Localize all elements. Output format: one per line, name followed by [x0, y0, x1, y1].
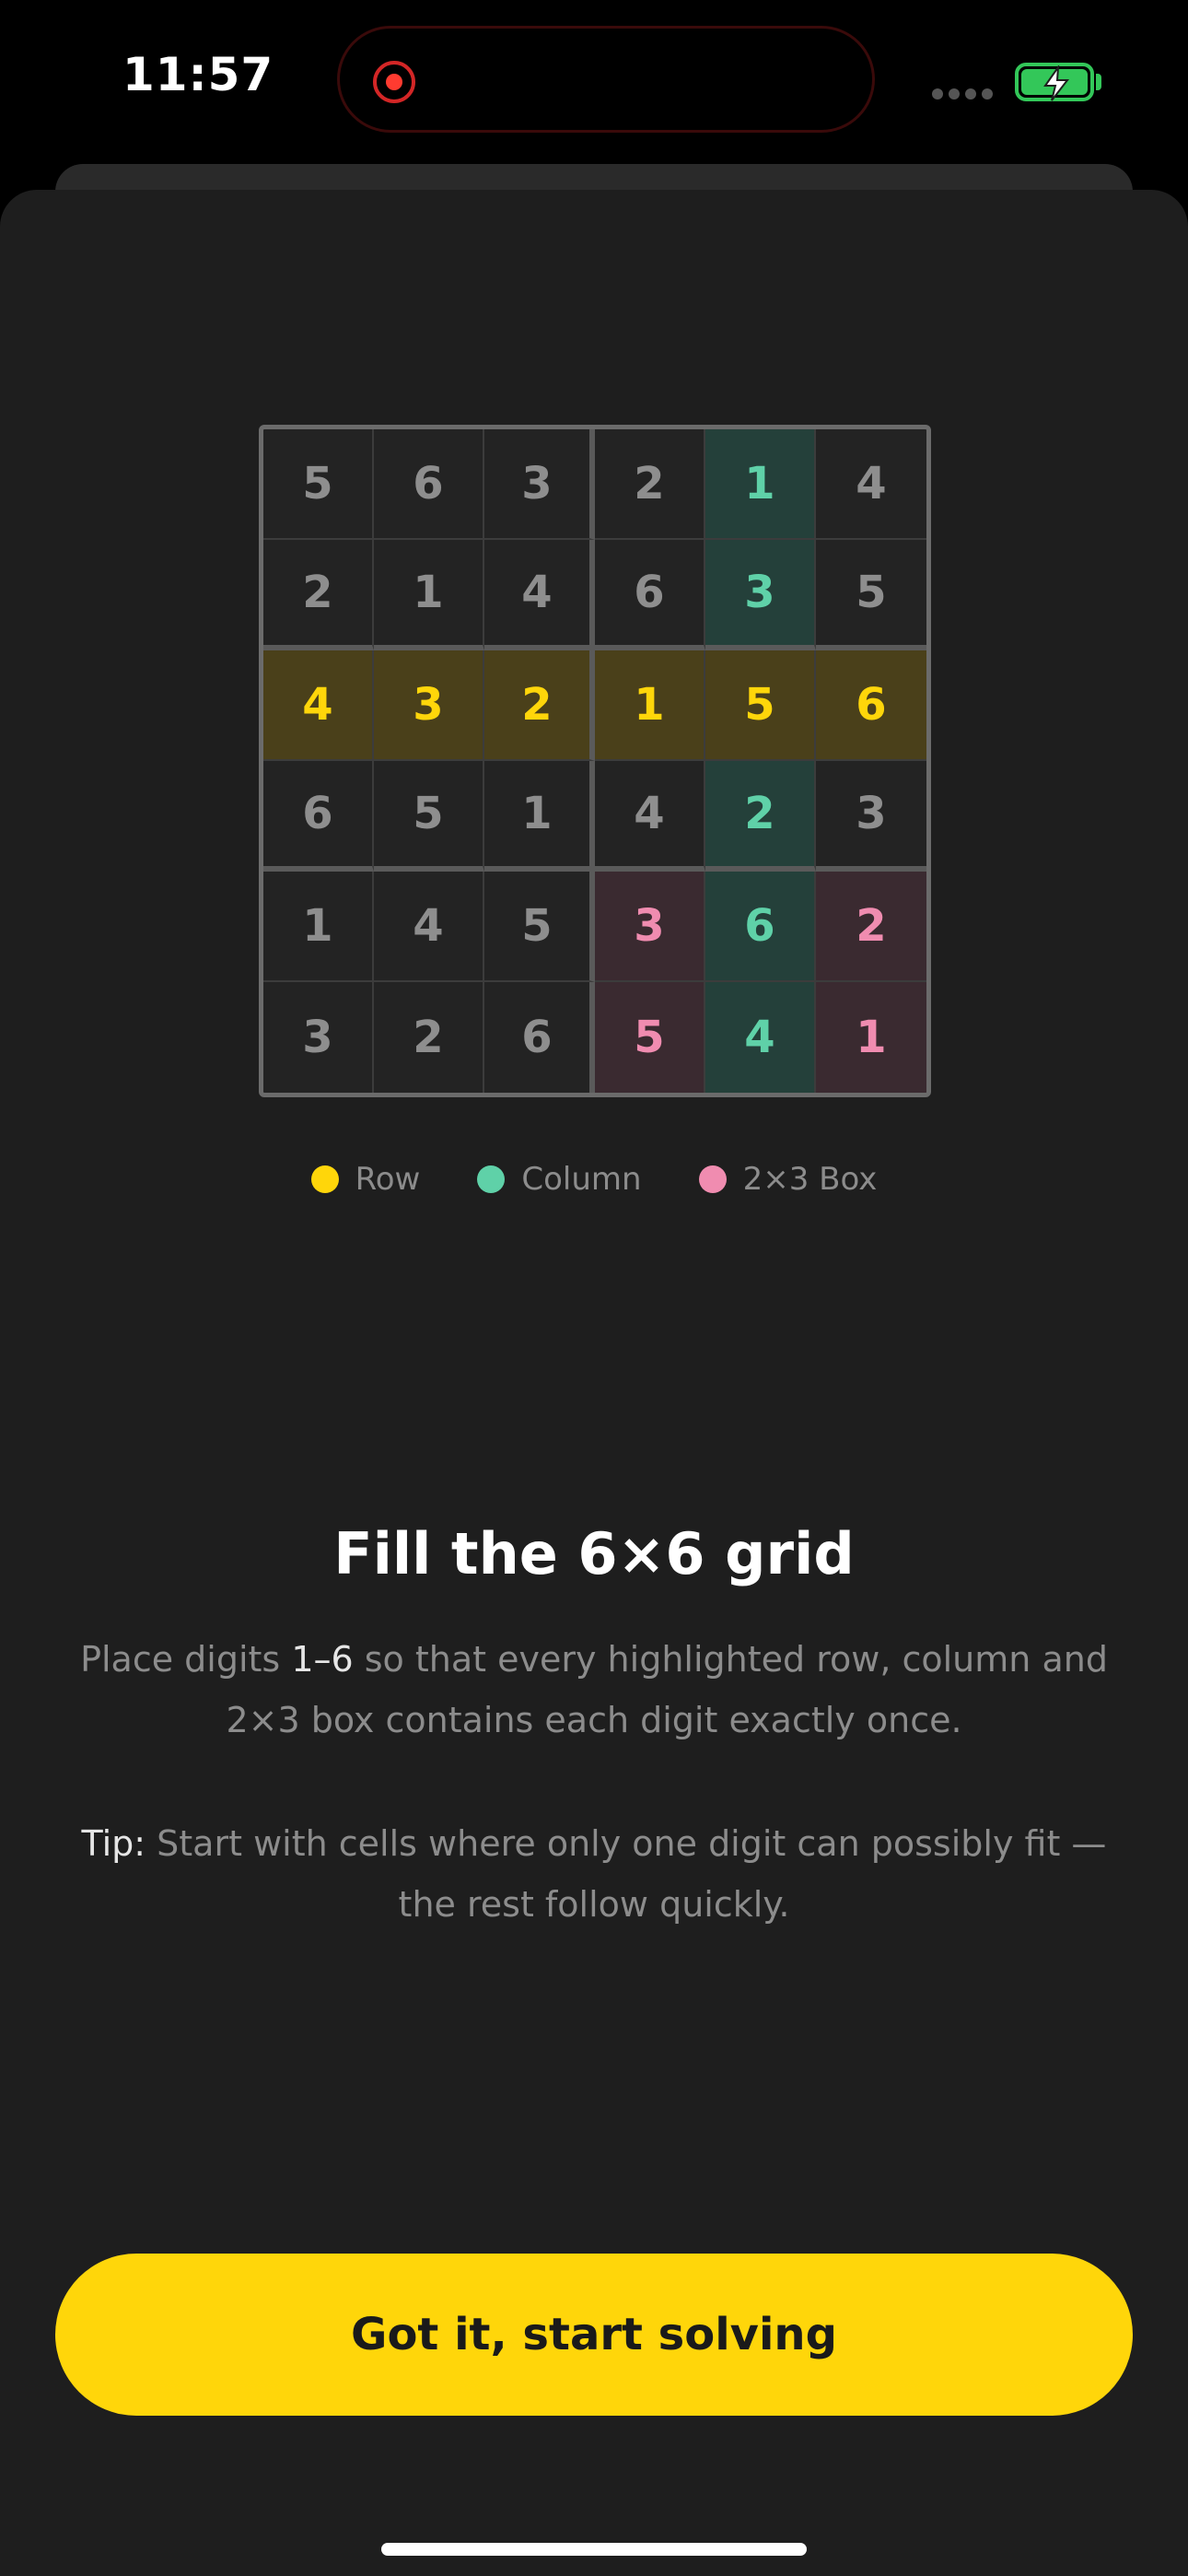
legend-dot-icon	[698, 1165, 727, 1193]
tip-label: Tip:	[81, 1823, 146, 1864]
grid-cell: 5	[263, 429, 374, 540]
grid-cell: 2	[705, 761, 816, 872]
grid-cell: 1	[816, 982, 926, 1093]
grid-cell: 4	[595, 761, 705, 872]
grid-cell: 6	[374, 429, 484, 540]
status-time: 11:57	[122, 48, 274, 101]
grid-cell: 6	[263, 761, 374, 872]
legend-label: Row	[355, 1161, 421, 1198]
grid-cell: 2	[595, 429, 705, 540]
grid-cell: 3	[816, 761, 926, 872]
grid-cell: 3	[484, 429, 595, 540]
grid-cell: 1	[263, 872, 374, 982]
description-suffix: so that every highlighted row, column an…	[226, 1639, 1108, 1740]
grid-cell: 4	[816, 429, 926, 540]
status-bar: 11:57	[0, 0, 1188, 166]
battery-charging-icon	[1015, 63, 1094, 101]
cellular-signal-icon	[932, 88, 996, 100]
legend-dot-icon	[477, 1165, 506, 1193]
legend-item: 2×3 Box	[698, 1161, 878, 1198]
legend-dot-icon	[310, 1165, 339, 1193]
grid-cell: 2	[816, 872, 926, 982]
grid-cell: 3	[595, 872, 705, 982]
grid-cell: 4	[263, 650, 374, 761]
tutorial-description: Place digits 1–6 so that every highlight…	[64, 1629, 1124, 1751]
grid-cell: 2	[374, 982, 484, 1093]
grid-cell: 1	[705, 429, 816, 540]
grid-cell: 1	[595, 650, 705, 761]
grid-cell: 1	[374, 540, 484, 650]
grid-cell: 1	[484, 761, 595, 872]
dynamic-island	[337, 26, 875, 133]
grid-cell: 2	[484, 650, 595, 761]
grid-cell: 4	[484, 540, 595, 650]
grid-cell: 6	[816, 650, 926, 761]
grid-cell: 3	[374, 650, 484, 761]
grid-cell: 5	[816, 540, 926, 650]
start-solving-button[interactable]: Got it, start solving	[55, 2254, 1133, 2416]
description-prefix: Place digits	[80, 1639, 292, 1680]
grid-cell: 4	[374, 872, 484, 982]
grid-cell: 5	[374, 761, 484, 872]
legend-item: Row	[310, 1161, 421, 1198]
legend-item: Column	[477, 1161, 642, 1198]
tip-text: Start with cells where only one digit ca…	[146, 1823, 1107, 1925]
legend-label: 2×3 Box	[742, 1161, 878, 1198]
home-indicator[interactable]	[381, 2543, 807, 2556]
grid-cell: 5	[595, 982, 705, 1093]
battery-tip	[1096, 74, 1101, 90]
sudoku-grid-example: 563214214635432156651423145362326541	[259, 425, 931, 1097]
screen-recording-icon	[373, 61, 415, 103]
grid-cell: 2	[263, 540, 374, 650]
grid-cell: 6	[484, 982, 595, 1093]
grid-cell: 5	[705, 650, 816, 761]
description-digit-range: 1–6	[291, 1639, 354, 1680]
tutorial-title: Fill the 6×6 grid	[333, 1520, 855, 1587]
grid-cell: 3	[705, 540, 816, 650]
grid-cell: 6	[705, 872, 816, 982]
grid-cell: 6	[595, 540, 705, 650]
grid-cell: 3	[263, 982, 374, 1093]
grid-cell: 4	[705, 982, 816, 1093]
highlight-legend: Row Column 2×3 Box	[0, 1157, 1188, 1201]
grid-cell: 5	[484, 872, 595, 982]
tutorial-tip: Tip: Start with cells where only one dig…	[64, 1813, 1124, 1935]
legend-label: Column	[521, 1161, 642, 1198]
